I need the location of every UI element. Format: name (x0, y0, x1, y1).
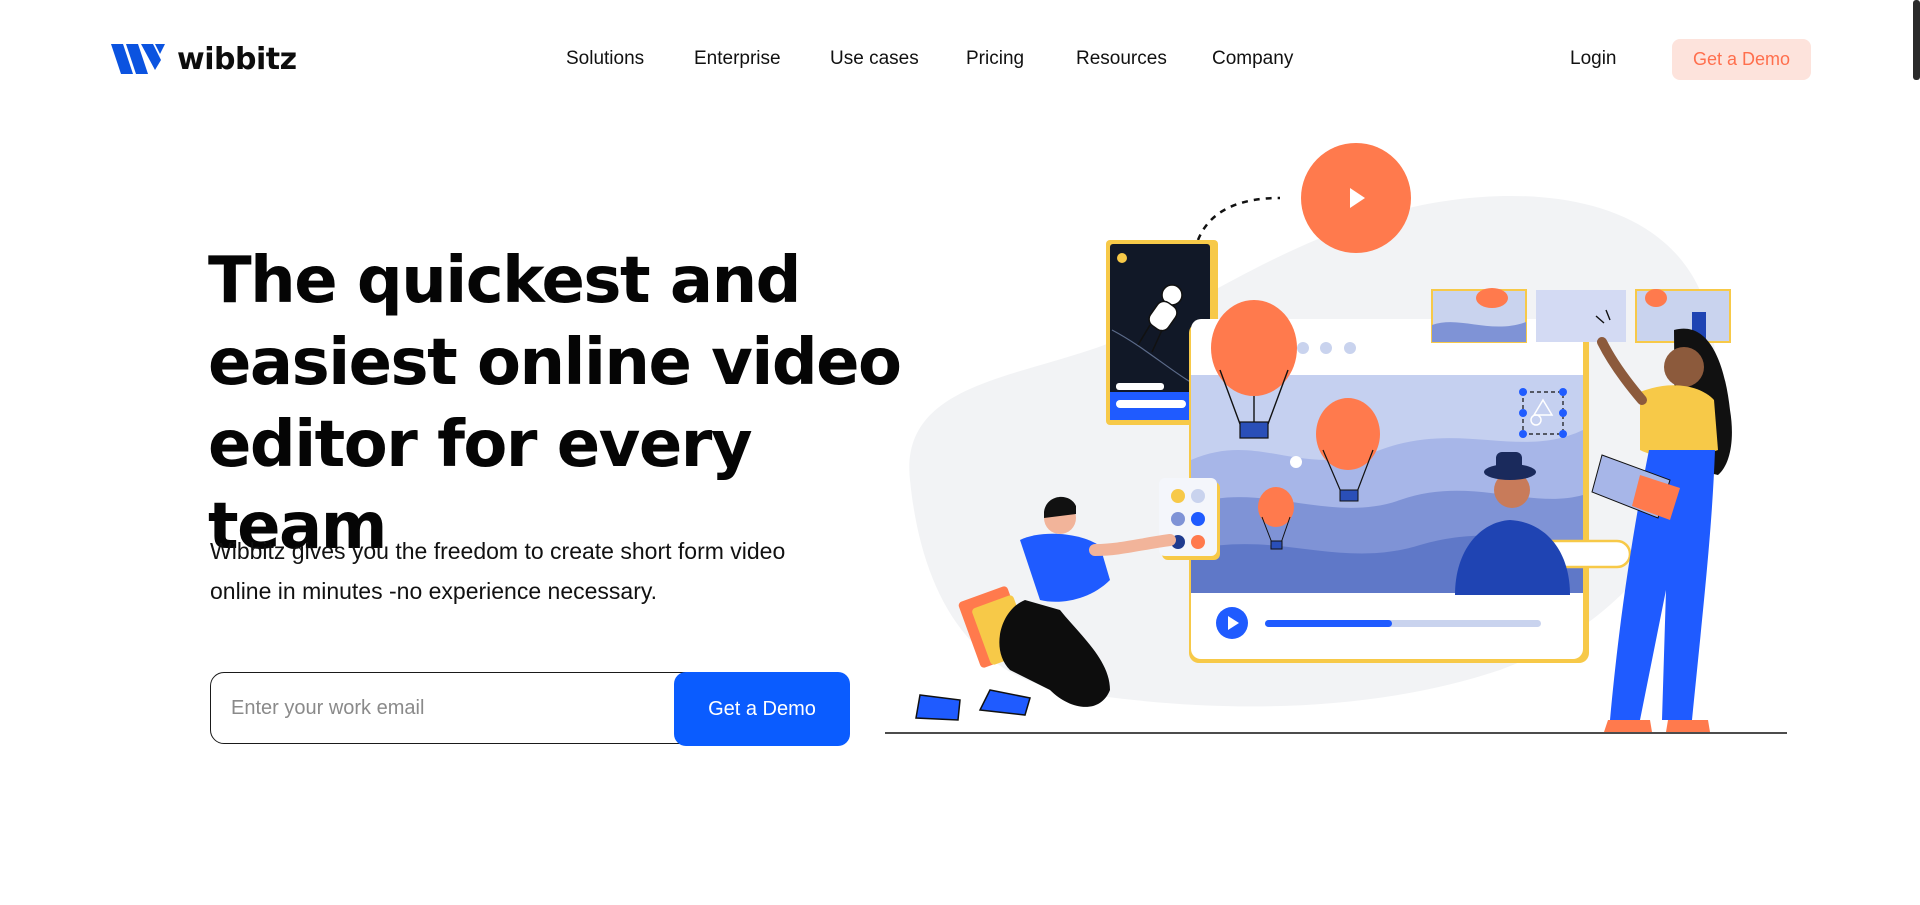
nav-item-solutions[interactable]: Solutions (566, 44, 644, 74)
headline-line: The quickest and (208, 244, 801, 318)
nav-item-use-cases[interactable]: Use cases (830, 44, 919, 74)
demo-signup-form: Get a Demo (210, 672, 850, 748)
wibbitz-logo-icon (111, 44, 165, 74)
get-demo-nav-button[interactable]: Get a Demo (1672, 39, 1811, 80)
hero-headline: The quickest and easiest online video ed… (208, 240, 908, 568)
login-link[interactable]: Login (1570, 44, 1617, 74)
color-palette (1159, 478, 1220, 560)
timeline-progress (1265, 620, 1392, 627)
nav-item-pricing[interactable]: Pricing (966, 44, 1024, 74)
get-demo-submit-button[interactable]: Get a Demo (674, 672, 850, 746)
nav-item-enterprise[interactable]: Enterprise (694, 44, 781, 74)
headline-line: easiest online video (208, 326, 902, 400)
dashed-connector (1196, 196, 1281, 241)
play-bubble-icon (1301, 143, 1411, 253)
brand-name: wibbitz (177, 41, 297, 77)
hero-subtext: Wibbitz gives you the freedom to create … (210, 531, 870, 611)
nav-item-company[interactable]: Company (1212, 44, 1293, 74)
hero-illustration: I (885, 143, 1787, 734)
subtext-line: online in minutes -no experience necessa… (210, 578, 658, 604)
brand-logo[interactable]: wibbitz (111, 40, 297, 78)
nav-item-resources[interactable]: Resources (1076, 44, 1167, 74)
page-scrollbar[interactable] (1913, 0, 1920, 80)
subtext-line: Wibbitz gives you the freedom to create … (210, 538, 786, 564)
site-header: wibbitz Solutions Enterprise Use cases P… (0, 0, 1920, 118)
